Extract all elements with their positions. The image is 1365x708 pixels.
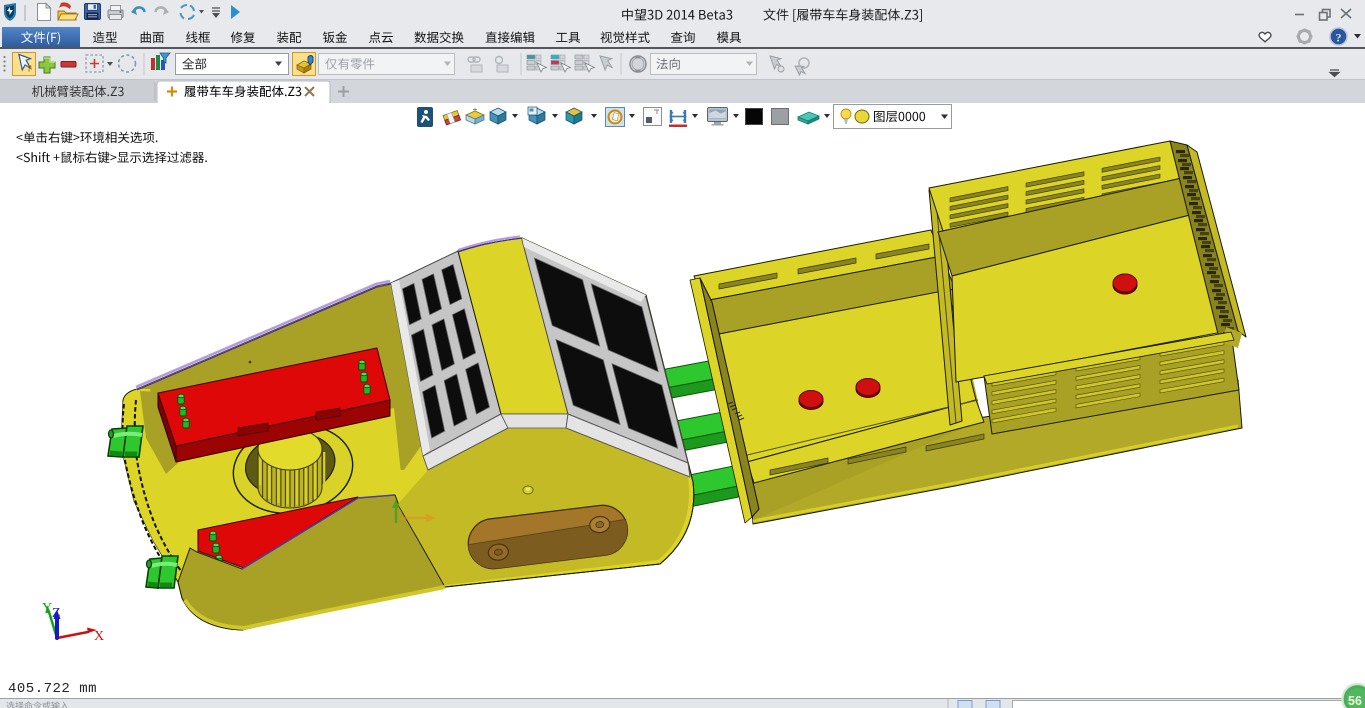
svg-text:X: X [94,629,104,644]
svg-text:?: ? [27,64,33,74]
svg-text:56: 56 [1348,694,1362,708]
svg-text:Z: Z [52,606,61,621]
svg-text:Y: Y [42,601,52,616]
svg-text:?: ? [1336,31,1342,45]
